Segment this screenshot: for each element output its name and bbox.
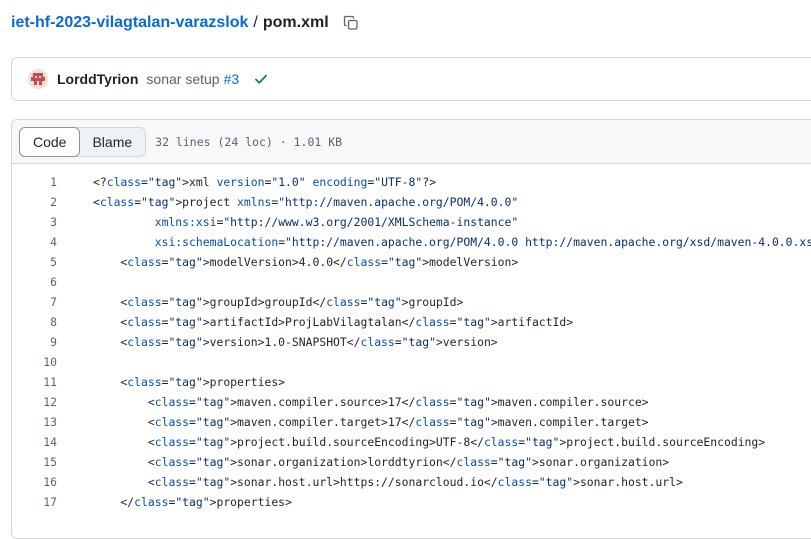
code-line: 4 xsi:schemaLocation="http://maven.apach…	[12, 232, 811, 252]
file-name: pom.xml	[262, 14, 329, 31]
line-number[interactable]: 15	[12, 455, 57, 469]
line-number[interactable]: 5	[12, 255, 57, 269]
line-number[interactable]: 3	[12, 215, 57, 229]
breadcrumb: iet-hf-2023-vilagtalan-varazslok / pom.x…	[11, 11, 359, 35]
code-text: <class="tag">version>1.0-SNAPSHOT</class…	[93, 335, 498, 349]
code-line: 11 <class="tag">properties>	[12, 372, 811, 392]
file-info: 32 lines (24 loc) · 1.01 KB	[155, 134, 343, 149]
line-number[interactable]: 13	[12, 415, 57, 429]
line-number[interactable]: 17	[12, 495, 57, 509]
code-line: 2 <class="tag">project xmlns="http://mave…	[12, 192, 811, 212]
line-number[interactable]: 6	[12, 275, 57, 289]
code-text: xsi:schemaLocation="http://maven.apache.…	[154, 235, 811, 249]
line-number[interactable]: 2	[12, 195, 57, 209]
file-viewer: Code Blame 32 lines (24 loc) · 1.01 KB 1…	[11, 119, 811, 539]
line-number[interactable]: 4	[12, 235, 57, 249]
check-icon[interactable]	[253, 71, 269, 87]
code-text: <class="tag">project.build.sourceEncodin…	[93, 435, 766, 449]
copy-icon[interactable]	[343, 15, 359, 31]
code-text: <class="tag">maven.compiler.source>17</c…	[93, 395, 649, 409]
code-line: 16 <class="tag">sonar.host.url>https://s…	[12, 472, 811, 492]
code-line: 14 <class="tag">project.build.sourceEnco…	[12, 432, 811, 452]
line-number[interactable]: 1	[12, 175, 57, 189]
line-number[interactable]: 12	[12, 395, 57, 409]
code-line: 17 </class="tag">properties>	[12, 492, 811, 512]
latest-commit-bar: LorddTyrion sonar setup #3	[11, 57, 811, 101]
line-number[interactable]: 16	[12, 475, 57, 489]
commit-author[interactable]: LorddTyrion	[57, 71, 138, 87]
code-line: 3 xmlns:xsi="http://www.w3.org/2001/XMLS…	[12, 212, 811, 232]
view-toggle: Code Blame	[19, 126, 147, 157]
code-text: <class="tag">project xmlns="http://maven…	[93, 195, 519, 209]
tab-code[interactable]: Code	[19, 126, 81, 157]
line-number[interactable]: 11	[12, 375, 57, 389]
avatar[interactable]	[28, 69, 48, 89]
code-text: <class="tag">artifactId>ProjLabVilagtala…	[93, 315, 574, 329]
line-number[interactable]: 7	[12, 295, 57, 309]
code-line: 15 <class="tag">sonar.organization>lordd…	[12, 452, 811, 472]
line-number[interactable]: 14	[12, 435, 57, 449]
code-line: 13 <class="tag">maven.compiler.target>17…	[12, 412, 811, 432]
code-text: <class="tag">groupId>groupId</class="tag…	[93, 295, 464, 309]
code-text: </class="tag">properties>	[93, 495, 292, 509]
commit-message[interactable]: sonar setup	[146, 71, 219, 87]
code-line: 7 <class="tag">groupId>groupId</class="t…	[12, 292, 811, 312]
code-line: 12 <class="tag">maven.compiler.source>17…	[12, 392, 811, 412]
code-text: <?class="tag">xml version="1.0" encoding…	[93, 175, 436, 189]
code-text: <class="tag">maven.compiler.target>17</c…	[93, 415, 649, 429]
tab-blame[interactable]: Blame	[79, 128, 145, 156]
pull-request-link[interactable]: #3	[224, 71, 240, 87]
code-text: <class="tag">properties>	[93, 375, 286, 389]
code-text: <class="tag">modelVersion>4.0.0</class="…	[93, 255, 519, 269]
code-area: 1 <?class="tag">xml version="1.0" encodin…	[12, 164, 811, 512]
code-line: 9 <class="tag">version>1.0-SNAPSHOT</cla…	[12, 332, 811, 352]
code-line: 5 <class="tag">modelVersion>4.0.0</class…	[12, 252, 811, 272]
code-text: <class="tag">sonar.organization>lorddtyr…	[93, 455, 670, 469]
file-header: Code Blame 32 lines (24 loc) · 1.01 KB	[12, 120, 811, 164]
line-number[interactable]: 8	[12, 315, 57, 329]
code-line: 10	[12, 352, 811, 372]
path-separator: /	[253, 14, 258, 31]
code-line: 8 <class="tag">artifactId>ProjLabVilagta…	[12, 312, 811, 332]
code-line: 6	[12, 272, 811, 292]
code-line: 1 <?class="tag">xml version="1.0" encodin…	[12, 172, 811, 192]
code-text: <class="tag">sonar.host.url>https://sona…	[93, 475, 683, 489]
line-number[interactable]: 9	[12, 335, 57, 349]
repo-link[interactable]: iet-hf-2023-vilagtalan-varazslok	[11, 14, 248, 32]
line-number[interactable]: 10	[12, 355, 57, 369]
code-text: xmlns:xsi="http://www.w3.org/2001/XMLSch…	[154, 215, 519, 229]
